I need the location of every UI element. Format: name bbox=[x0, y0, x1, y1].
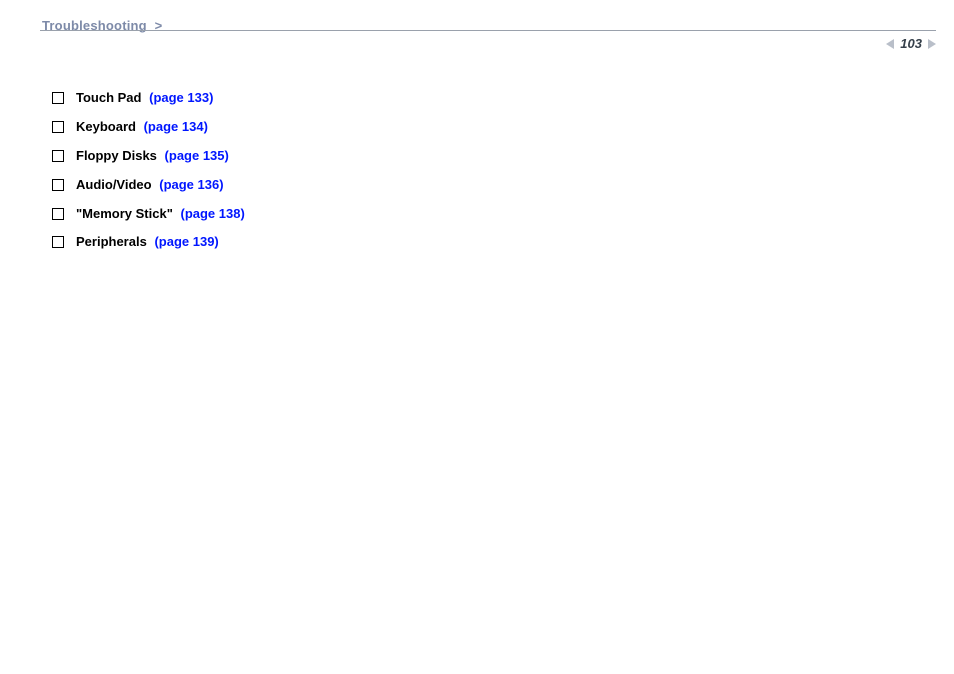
toc-item: Keyboard (page 134) bbox=[52, 119, 914, 136]
square-bullet-icon bbox=[52, 179, 64, 191]
toc-page-link[interactable]: (page 138) bbox=[180, 206, 244, 221]
square-bullet-icon bbox=[52, 208, 64, 220]
toc-item: Touch Pad (page 133) bbox=[52, 90, 914, 107]
toc-page-link[interactable]: (page 134) bbox=[144, 119, 208, 134]
toc-label: "Memory Stick" bbox=[76, 206, 173, 221]
page-header: Troubleshooting > bbox=[0, 0, 954, 34]
square-bullet-icon bbox=[52, 92, 64, 104]
toc-page-link[interactable]: (page 139) bbox=[154, 234, 218, 249]
toc-page-link[interactable]: (page 135) bbox=[165, 148, 229, 163]
toc-label: Touch Pad bbox=[76, 90, 141, 105]
next-page-arrow-icon[interactable] bbox=[928, 39, 936, 49]
troubleshooting-toc: Touch Pad (page 133) Keyboard (page 134)… bbox=[52, 90, 914, 251]
prev-page-arrow-icon[interactable] bbox=[886, 39, 894, 49]
toc-label: Peripherals bbox=[76, 234, 147, 249]
toc-item: "Memory Stick" (page 138) bbox=[52, 206, 914, 223]
toc-label: Keyboard bbox=[76, 119, 136, 134]
content-area: Touch Pad (page 133) Keyboard (page 134)… bbox=[52, 90, 914, 263]
toc-label: Floppy Disks bbox=[76, 148, 157, 163]
page-number: 103 bbox=[900, 36, 922, 51]
toc-item: Floppy Disks (page 135) bbox=[52, 148, 914, 165]
toc-label: Audio/Video bbox=[76, 177, 152, 192]
toc-page-link[interactable]: (page 133) bbox=[149, 90, 213, 105]
toc-item: Peripherals (page 139) bbox=[52, 234, 914, 251]
toc-item: Audio/Video (page 136) bbox=[52, 177, 914, 194]
page-number-nav: 103 bbox=[886, 36, 936, 51]
square-bullet-icon bbox=[52, 236, 64, 248]
square-bullet-icon bbox=[52, 150, 64, 162]
header-rule bbox=[40, 30, 936, 31]
square-bullet-icon bbox=[52, 121, 64, 133]
toc-page-link[interactable]: (page 136) bbox=[159, 177, 223, 192]
